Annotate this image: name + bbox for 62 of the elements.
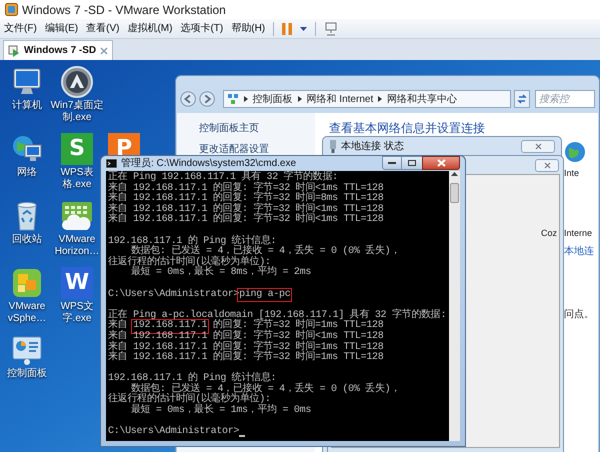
- console-line: 来自 192.168.117.1 的回复: 字节=32 时间<1ms TTL=128: [108, 215, 384, 226]
- menu-item[interactable]: 虚拟机(M): [127, 21, 172, 36]
- info-text: 问点。: [564, 308, 595, 322]
- sidebar-link[interactable]: 更改适配器设置: [199, 142, 315, 157]
- console-prompt: C:\Users\Administrator>: [108, 427, 240, 438]
- network-adapter-icon: [329, 140, 337, 152]
- connection-link[interactable]: 本地连: [564, 244, 598, 259]
- menu-item[interactable]: 编辑(E): [44, 21, 78, 36]
- maximize-button[interactable]: [402, 156, 422, 170]
- breadcrumb-item[interactable]: 控制面板: [252, 92, 293, 106]
- search-field[interactable]: 搜索控: [535, 90, 596, 108]
- control-panel-icon: [11, 334, 43, 366]
- chevron-right-icon: [378, 96, 382, 102]
- close-button[interactable]: [422, 156, 460, 170]
- forward-button[interactable]: [199, 90, 216, 108]
- scrollbar-thumb[interactable]: [450, 183, 459, 203]
- app-disc-icon: [61, 66, 93, 98]
- menu-item[interactable]: 选项卡(T): [180, 21, 224, 36]
- dropdown-caret-icon[interactable]: [300, 26, 308, 30]
- dialog-title: 本地连接 状态: [341, 140, 404, 154]
- keyboard-cloud-icon: [61, 200, 93, 232]
- menu-item[interactable]: 文件(F): [4, 21, 37, 36]
- desktop-icon-label[interactable]: Win7桌面定制.exe: [50, 100, 104, 124]
- console-line: 来自 192.168.117.1 的回复: 字节=32 时间<1ms TTL=128: [108, 332, 384, 342]
- menu-item[interactable]: 查看(V): [86, 21, 120, 36]
- close-tab-icon[interactable]: [100, 46, 108, 54]
- breadcrumb-item[interactable]: 网络和共享中心: [387, 92, 458, 106]
- page-heading: 查看基本网络信息并设置连接: [329, 121, 486, 135]
- chevron-right-icon: [298, 96, 302, 102]
- close-icon: [534, 142, 542, 150]
- refresh-button[interactable]: [514, 90, 530, 108]
- spreadsheet-app-icon: S: [61, 133, 93, 165]
- highlighted-text: ping a-pc: [239, 290, 290, 300]
- breadcrumb-item[interactable]: 网络和 Internet: [306, 92, 374, 106]
- scrollbar[interactable]: [449, 171, 460, 441]
- network-icon: [226, 93, 239, 105]
- pause-icon[interactable]: [282, 22, 292, 34]
- chevron-right-icon: [244, 96, 248, 102]
- console-line: 最短 = 0ms，最长 = 8ms，平均 = 2ms: [130, 268, 312, 279]
- highlighted-text: 192.168.117.1: [133, 321, 208, 332]
- sidebar-link[interactable]: 控制面板主页: [199, 121, 315, 136]
- info-text: Interne: [564, 226, 594, 240]
- info-text: Inte: [564, 167, 580, 180]
- console-line: 来自 192.168.117.1 的回复: 字节=32 时间=1ms TTL=128: [108, 353, 384, 364]
- close-icon: [436, 159, 446, 167]
- dialog-text: Coz: [541, 228, 558, 238]
- window-title: Windows 7 -SD - VMware Workstation: [22, 2, 226, 18]
- menu-item[interactable]: 帮助(H): [231, 21, 266, 36]
- vm-tab[interactable]: Windows 7 -SD: [3, 40, 114, 60]
- back-button[interactable]: [180, 90, 196, 108]
- console-line: 最短 = 0ms，最长 = 1ms，平均 = 0ms: [130, 406, 312, 417]
- close-icon: [544, 162, 550, 168]
- document-app-icon: W: [61, 267, 93, 299]
- minimize-button[interactable]: [382, 156, 402, 170]
- vm-icon: [8, 44, 20, 56]
- squares-logo-icon: [11, 267, 43, 299]
- refresh-icon: [516, 94, 527, 104]
- console-icon: [106, 159, 117, 168]
- globe-icon: [564, 141, 586, 163]
- desktop-icon-label[interactable]: 控制面板: [0, 368, 54, 380]
- address-bar[interactable]: 控制面板 网络和 Internet 网络和共享中心: [222, 90, 511, 108]
- app-logo-icon: [5, 3, 18, 16]
